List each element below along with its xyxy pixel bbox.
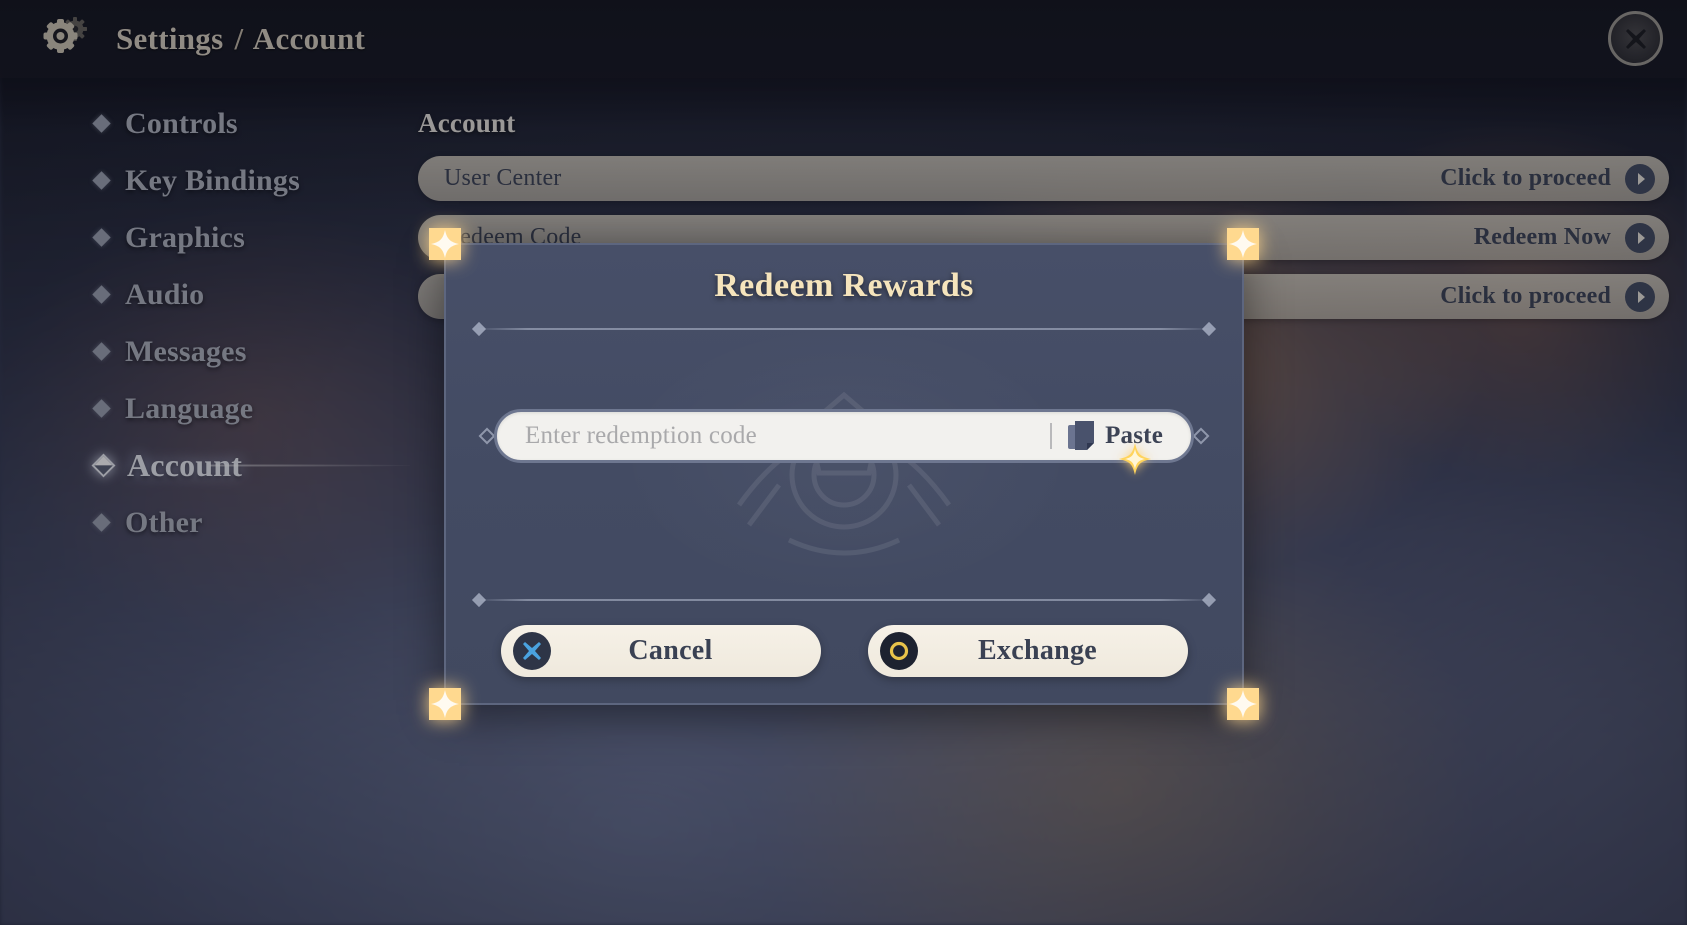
redemption-code-placeholder: Enter redemption code <box>525 422 757 449</box>
exchange-label: Exchange <box>977 635 1098 666</box>
app-root: Settings / Account Controls Key Bindings… <box>0 0 1687 925</box>
dialog-title: Redeem Rewards <box>714 267 974 304</box>
x-icon <box>512 632 551 670</box>
dialog-divider-top <box>476 328 1212 330</box>
exchange-button[interactable]: Exchange <box>867 625 1188 677</box>
redemption-code-input[interactable]: Enter redemption code Paste <box>494 409 1194 463</box>
redemption-code-field: Enter redemption code Paste <box>478 409 1210 463</box>
clipboard-icon <box>1068 421 1095 451</box>
dialog-footer: Cancel Exchange <box>446 625 1242 677</box>
diamond-decoration-icon <box>478 427 496 445</box>
circle-icon <box>879 632 918 670</box>
redeem-rewards-dialog: Redeem Rewards Enter redemption code Pas… <box>429 228 1259 720</box>
paste-separator <box>1050 423 1053 449</box>
paste-label: Paste <box>1105 422 1163 449</box>
dialog-divider-bottom <box>476 599 1212 601</box>
paste-button[interactable]: Paste <box>1068 421 1187 451</box>
dialog-watermark-ornament <box>679 355 1009 605</box>
diamond-decoration-icon <box>1192 427 1210 445</box>
cancel-button[interactable]: Cancel <box>500 625 821 677</box>
cancel-label: Cancel <box>628 635 713 666</box>
